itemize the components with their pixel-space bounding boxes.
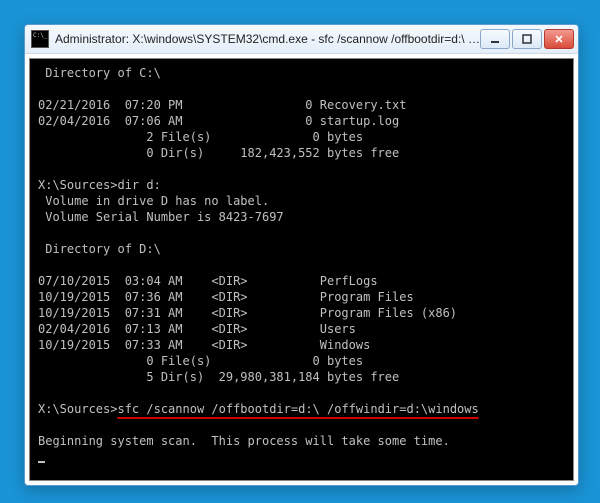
output-line: 2 File(s) 0 bytes xyxy=(38,130,363,144)
terminal-output: Directory of C:\ 02/21/2016 07:20 PM 0 R… xyxy=(30,59,573,471)
typed-command: sfc /scannow /offbootdir=d:\ /offwindir=… xyxy=(117,402,478,416)
maximize-button[interactable] xyxy=(512,29,542,49)
window-title: Administrator: X:\windows\SYSTEM32\cmd.e… xyxy=(55,32,480,46)
window-controls xyxy=(480,29,574,49)
output-line: Volume Serial Number is 8423-7697 xyxy=(38,210,284,224)
output-line: 10/19/2015 07:33 AM <DIR> Windows xyxy=(38,338,370,352)
output-line: 02/21/2016 07:20 PM 0 Recovery.txt xyxy=(38,98,406,112)
output-line: 0 Dir(s) 182,423,552 bytes free xyxy=(38,146,399,160)
output-line: 0 File(s) 0 bytes xyxy=(38,354,363,368)
red-underline-annotation xyxy=(117,417,478,419)
cmd-icon xyxy=(31,30,49,48)
output-line: 10/19/2015 07:31 AM <DIR> Program Files … xyxy=(38,306,457,320)
output-line: 10/19/2015 07:36 AM <DIR> Program Files xyxy=(38,290,414,304)
prompt: X:\Sources> xyxy=(38,402,117,416)
minimize-button[interactable] xyxy=(480,29,510,49)
output-line: Beginning system scan. This process will… xyxy=(38,434,450,448)
close-button[interactable] xyxy=(544,29,574,49)
output-line: 07/10/2015 03:04 AM <DIR> PerfLogs xyxy=(38,274,378,288)
output-line: Volume in drive D has no label. xyxy=(38,194,269,208)
highlighted-command: sfc /scannow /offbootdir=d:\ /offwindir=… xyxy=(117,401,478,417)
output-line: Directory of C:\ xyxy=(38,66,161,80)
cmd-window: Administrator: X:\windows\SYSTEM32\cmd.e… xyxy=(24,24,579,486)
output-line: 02/04/2016 07:13 AM <DIR> Users xyxy=(38,322,356,336)
output-line: 5 Dir(s) 29,980,381,184 bytes free xyxy=(38,370,399,384)
output-line: 02/04/2016 07:06 AM 0 startup.log xyxy=(38,114,399,128)
titlebar[interactable]: Administrator: X:\windows\SYSTEM32\cmd.e… xyxy=(25,25,578,54)
prompt: X:\Sources> xyxy=(38,178,117,192)
terminal-client-area[interactable]: Directory of C:\ 02/21/2016 07:20 PM 0 R… xyxy=(29,58,574,481)
text-cursor xyxy=(38,461,45,463)
output-line: Directory of D:\ xyxy=(38,242,161,256)
typed-command: dir d: xyxy=(117,178,160,192)
